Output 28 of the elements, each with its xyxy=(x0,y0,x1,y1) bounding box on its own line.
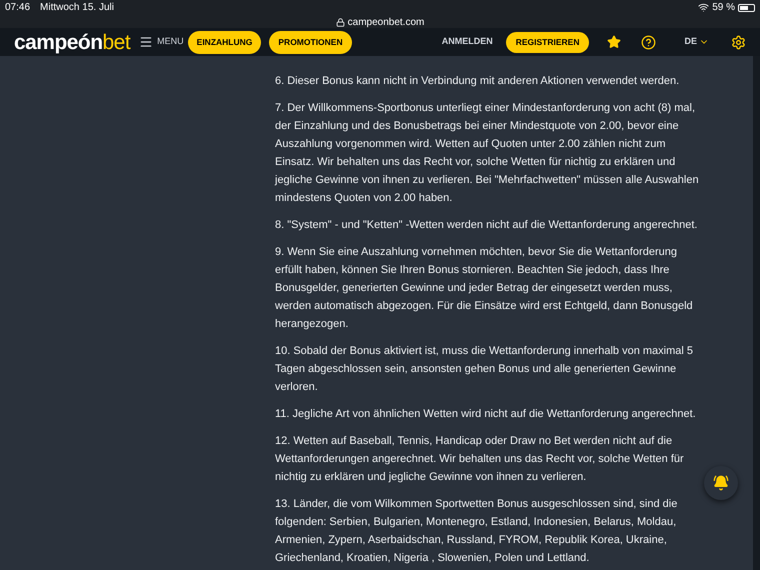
login-link[interactable]: ANMELDEN xyxy=(442,35,493,49)
star-icon[interactable] xyxy=(607,35,622,49)
terms-paragraph: 10. Sobald der Bonus aktiviert ist, muss die Wettanforderung innerhalb von maximal 5 Tagen abgeschlossen sein, ansonsten gehen Bonus und alle generierten Gewinne verloren. xyxy=(275,344,694,395)
language-select[interactable]: DE xyxy=(684,35,709,49)
settings-icon[interactable] xyxy=(731,34,746,50)
terms-paragraph: 6. Dieser Bonus kann nicht in Verbindung mit anderen Aktionen verwendet werden. xyxy=(275,74,680,89)
terms-paragraph: 11. Jegliche Art von ähnlichen Wetten wird nicht auf die Wettanforderung angerechnet. xyxy=(275,407,697,422)
logo[interactable]: campeónbet xyxy=(14,32,130,52)
lock-icon xyxy=(336,18,345,27)
terms-paragraph: 12. Wetten auf Baseball, Tennis, Handicap oder Draw no Bet werden nicht auf die Wettanforderungen angerechnet. Wir behalten uns das Recht vor, solche Wetten für nichtig zu erklären und jegliche Gewinne von ihnen zu verlieren. xyxy=(275,434,685,485)
battery-percent: 59 % xyxy=(712,1,735,15)
terms-paragraph: 13. Länder, die vom Wilkommen Sportwetten Bonus ausgeschlossen sind, sind die folgenden: Serbien, Bulgarien, Montenegro, Estland, Indonesien, Belarus, Moldau, Armenien, Zypern, Aserbaidschan, Russland, FYROM, Republik Korea, Ukraine, Griechenland, Kroatien, Nigeria , Slowenien, Polen und Lettland. xyxy=(275,497,678,566)
help-icon[interactable] xyxy=(641,34,656,50)
terms-paragraph: 7. Der Willkommens-Sportbonus unterliegt einer Mindestanforderung von acht (8) mal, der Einzahlung und des Bonusbetrags bei einer Mindestquote von 2.00, bevor eine Auszahlung vorgenommen wird. Wetten auf Quoten unter 2.00 zählen nicht zum Einsatz. Wir behalten uns das Recht vor, solche Wetten für nichtig zu erklären und jegliche Gewinne von ihnen zu verlieren. Bei "Mehrfachwetten" müssen alle Auswahlen mindestens Quoten von 2.00 haben. xyxy=(275,101,700,206)
help-bell-button[interactable] xyxy=(704,466,738,500)
terms-paragraph: 9. Wenn Sie eine Auszahlung vornehmen möchten, bevor Sie die Wettanforderung erfüllt haben, können Sie Ihren Bonus stornieren. Beachten Sie jedoch, dass Ihre Bonusgelder, generierten Gewinne und jeder Betrag der eingesetzt werden muss, werden automatisch abgezogen. Für die Einsätze wird erst Echtgeld, dann Bonusgeld herangezogen. xyxy=(275,245,694,332)
status-date: Mittwoch 15. Juli xyxy=(40,1,114,15)
terms-paragraph: 8. "System" - und "Ketten" -Wetten werden nicht auf die Wettanforderung angerechnet. xyxy=(275,218,698,233)
status-time: 07:46 xyxy=(5,1,30,15)
menu-label[interactable]: MENU xyxy=(157,35,184,49)
bell-icon xyxy=(713,475,729,491)
wifi-icon xyxy=(698,2,710,13)
menu-icon[interactable] xyxy=(139,35,154,49)
url-text[interactable]: campeonbet.com xyxy=(348,15,424,30)
nav-button[interactable]: EINZAHLUNG xyxy=(188,30,262,54)
battery-icon xyxy=(738,4,755,12)
register-button[interactable]: REGISTRIEREN xyxy=(506,32,590,52)
nav-button[interactable]: PROMOTIONEN xyxy=(269,30,352,54)
